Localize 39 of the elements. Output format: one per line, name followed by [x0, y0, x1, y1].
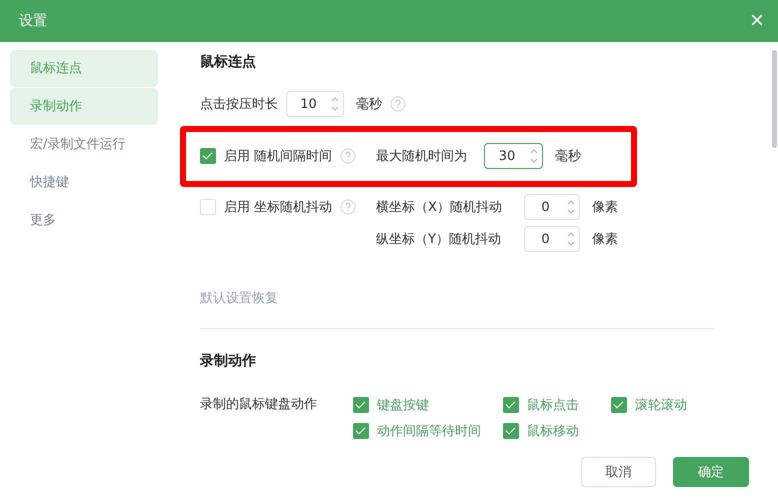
group-label: 录制的鼠标键盘动作	[200, 396, 318, 414]
section-heading: 录制动作	[200, 352, 257, 371]
unit-label: 毫秒	[555, 148, 581, 165]
window-title: 设置	[19, 12, 47, 30]
unit-label: 毫秒	[356, 96, 382, 113]
number-field[interactable]: 30	[484, 143, 543, 169]
sidebar-item[interactable]: 更多	[10, 202, 158, 239]
field-label: 纵坐标（Y）随机抖动	[376, 231, 502, 248]
checkbox[interactable]	[611, 397, 627, 413]
number-field[interactable]: 0	[524, 194, 580, 220]
checkbox-label: 动作间隔等待时间	[377, 423, 481, 440]
checkbox-label: 鼠标点击	[527, 397, 579, 414]
unit-label: 像素	[592, 199, 618, 216]
checkbox-label: 键盘按键	[377, 397, 429, 414]
checkbox-label: 启用 随机间隔时间	[224, 148, 332, 165]
scrollbar-thumb[interactable]	[772, 50, 777, 148]
confirm-button[interactable]: 确定	[673, 456, 749, 486]
sidebar-item[interactable]: 鼠标连点	[10, 50, 158, 87]
section-heading: 鼠标连点	[200, 53, 257, 72]
checkbox[interactable]	[503, 397, 519, 413]
unit-label: 像素	[592, 231, 618, 248]
number-field[interactable]: 0	[524, 226, 580, 252]
close-button[interactable]: ×	[750, 9, 764, 33]
sidebar-item[interactable]: 录制动作	[10, 88, 158, 125]
checkbox-label: 启用 坐标随机抖动	[224, 199, 332, 216]
field-label: 点击按压时长	[200, 96, 278, 113]
checkbox[interactable]	[200, 148, 216, 164]
sidebar-item[interactable]: 快捷键	[10, 164, 158, 201]
checkbox[interactable]	[503, 423, 519, 439]
checkbox-label: 滚轮滚动	[635, 397, 687, 414]
field-label: 最大随机时间为	[376, 148, 468, 165]
checkbox[interactable]	[353, 397, 369, 413]
sidebar-item[interactable]: 宏/录制文件运行	[10, 126, 158, 163]
cancel-button[interactable]: 取消	[581, 456, 656, 486]
reset-link[interactable]: 默认设置恢复	[200, 289, 278, 309]
number-field[interactable]: 10	[286, 91, 344, 117]
checkbox[interactable]	[353, 423, 369, 439]
checkbox-label: 鼠标移动	[527, 423, 579, 440]
field-label: 横坐标（X）随机抖动	[376, 199, 503, 216]
